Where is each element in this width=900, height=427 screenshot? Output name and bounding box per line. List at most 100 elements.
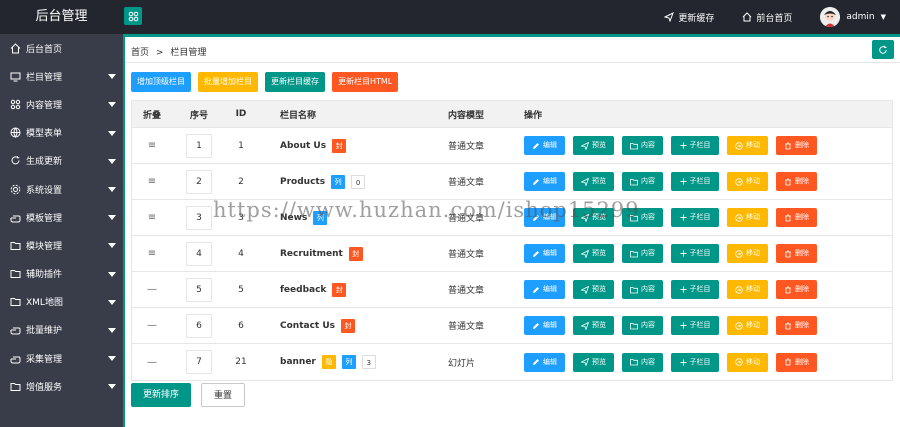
sidebar-item-home[interactable]: 后台首页 <box>0 34 123 62</box>
table-row: — 5 5 feedback 封 普通文章 编辑 预览 内容 子栏目 移动 删除 <box>132 272 892 308</box>
move-icon <box>735 177 743 186</box>
delete-button[interactable]: 删除 <box>776 280 817 299</box>
preview-button[interactable]: 预览 <box>573 280 614 299</box>
preview-button[interactable]: 预览 <box>573 136 614 155</box>
sidebar-item-modules[interactable]: 模块管理 <box>0 231 123 259</box>
column-name-link[interactable]: Products <box>280 177 325 187</box>
preview-button[interactable]: 预览 <box>573 316 614 335</box>
fold-icon: — <box>147 284 157 295</box>
fold-toggle[interactable]: ≡ <box>132 140 172 151</box>
move-button-label: 移动 <box>746 285 760 293</box>
delete-button[interactable]: 删除 <box>776 172 817 191</box>
content-button[interactable]: 内容 <box>622 352 663 372</box>
sidebar-item-generate[interactable]: 生成更新 <box>0 147 123 175</box>
fold-toggle[interactable]: ≡ <box>132 212 172 223</box>
update-order-button[interactable]: 更新排序 <box>131 383 192 407</box>
edit-button[interactable]: 编辑 <box>524 316 565 335</box>
batch-add-columns-button[interactable]: 批量增加栏目 <box>198 72 258 92</box>
add-top-column-button[interactable]: 增加顶级栏目 <box>131 72 191 92</box>
fold-toggle[interactable]: — <box>132 284 172 295</box>
delete-button[interactable]: 删除 <box>776 352 817 372</box>
move-button[interactable]: 移动 <box>727 172 768 191</box>
order-input[interactable]: 4 <box>186 241 212 266</box>
order-input[interactable]: 7 <box>186 350 212 374</box>
fold-toggle[interactable]: — <box>132 320 172 331</box>
move-button[interactable]: 移动 <box>727 280 768 299</box>
model-cell: 普通文章 <box>448 286 485 296</box>
sidebar-item-value-added[interactable]: 增值服务 <box>0 372 123 400</box>
caret-down-icon <box>108 327 116 333</box>
status-badge: 隐 <box>321 355 336 369</box>
update-column-cache-button[interactable]: 更新栏目缓存 <box>265 72 325 92</box>
preview-button[interactable]: 预览 <box>573 352 614 372</box>
order-input[interactable]: 2 <box>186 169 212 194</box>
breadcrumb-home[interactable]: 首页 <box>131 48 149 58</box>
reset-button[interactable]: 重置 <box>201 383 246 407</box>
column-name-link[interactable]: About Us <box>280 141 326 151</box>
front-home-link[interactable]: 前台首页 <box>742 11 792 24</box>
fold-icon: — <box>147 320 157 331</box>
order-input[interactable]: 3 <box>186 205 212 230</box>
column-name-link[interactable]: Contact Us <box>280 321 335 331</box>
order-input[interactable]: 6 <box>186 313 212 338</box>
refresh-page-button[interactable] <box>872 40 894 59</box>
preview-button[interactable]: 预览 <box>573 244 614 263</box>
column-name-link[interactable]: Recruitment <box>280 249 343 259</box>
plus-icon <box>680 250 686 257</box>
content-button[interactable]: 内容 <box>622 172 663 191</box>
sidebar-item-plugins[interactable]: 辅助插件 <box>0 260 123 288</box>
add-subcolumn-button[interactable]: 子栏目 <box>671 172 719 191</box>
avatar <box>820 7 841 27</box>
plus-icon <box>680 142 686 149</box>
fold-toggle[interactable]: — <box>132 357 172 368</box>
id-cell: 1 <box>238 140 244 151</box>
refresh-cache-link[interactable]: 更新缓存 <box>664 11 714 24</box>
move-button[interactable]: 移动 <box>727 244 768 263</box>
delete-button[interactable]: 删除 <box>776 244 817 263</box>
add-subcolumn-button[interactable]: 子栏目 <box>671 280 719 299</box>
add-subcolumn-button[interactable]: 子栏目 <box>671 316 719 335</box>
move-button[interactable]: 移动 <box>727 208 768 227</box>
sidebar-item-model-forms[interactable]: 模型表单 <box>0 119 123 147</box>
move-button[interactable]: 移动 <box>727 316 768 335</box>
preview-button[interactable]: 预览 <box>573 172 614 191</box>
edit-button[interactable]: 编辑 <box>524 280 565 299</box>
delete-button[interactable]: 删除 <box>776 136 817 155</box>
sidebar-item-xml-map[interactable]: XML地图 <box>0 288 123 316</box>
caret-down-icon <box>108 243 116 249</box>
sidebar-item-templates[interactable]: 模板管理 <box>0 203 123 231</box>
delete-button[interactable]: 删除 <box>776 208 817 227</box>
edit-button[interactable]: 编辑 <box>524 352 565 372</box>
sidebar-item-label: 栏目管理 <box>26 72 63 83</box>
content-button[interactable]: 内容 <box>622 244 663 263</box>
add-subcolumn-button-label: 子栏目 <box>689 213 711 221</box>
fold-toggle[interactable]: ≡ <box>132 248 172 259</box>
menu-toggle-button[interactable] <box>124 7 142 25</box>
content-button[interactable]: 内容 <box>622 280 663 299</box>
content-button[interactable]: 内容 <box>622 316 663 335</box>
add-subcolumn-button[interactable]: 子栏目 <box>671 244 719 263</box>
sidebar-item-columns[interactable]: 栏目管理 <box>0 62 123 90</box>
sidebar-item-content[interactable]: 内容管理 <box>0 90 123 118</box>
content-button[interactable]: 内容 <box>622 136 663 155</box>
add-subcolumn-button[interactable]: 子栏目 <box>671 352 719 372</box>
order-input[interactable]: 5 <box>186 277 212 302</box>
column-name-link[interactable]: banner <box>280 357 316 367</box>
sidebar-item-collect[interactable]: 采集管理 <box>0 344 123 372</box>
update-column-html-button[interactable]: 更新栏目HTML <box>332 72 399 92</box>
user-menu[interactable]: admin ▼ <box>820 7 886 27</box>
edit-button[interactable]: 编辑 <box>524 244 565 263</box>
order-input[interactable]: 1 <box>186 133 212 158</box>
move-button[interactable]: 移动 <box>727 136 768 155</box>
id-cell: 2 <box>238 176 244 187</box>
sidebar-item-batch[interactable]: 批量维护 <box>0 316 123 344</box>
move-button[interactable]: 移动 <box>727 352 768 372</box>
edit-button[interactable]: 编辑 <box>524 136 565 155</box>
sidebar-item-settings[interactable]: 系统设置 <box>0 175 123 203</box>
edit-button[interactable]: 编辑 <box>524 172 565 191</box>
add-subcolumn-button[interactable]: 子栏目 <box>671 136 719 155</box>
column-name-link[interactable]: feedback <box>280 285 326 295</box>
add-subcolumn-button[interactable]: 子栏目 <box>671 208 719 227</box>
fold-toggle[interactable]: ≡ <box>132 176 172 187</box>
delete-button[interactable]: 删除 <box>776 316 817 335</box>
